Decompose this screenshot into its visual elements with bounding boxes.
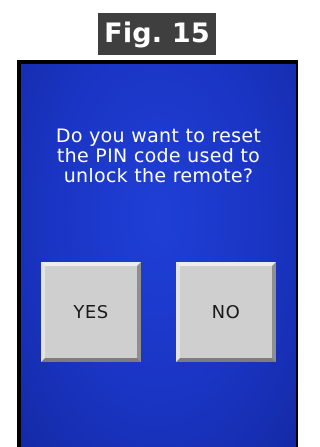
yes-button[interactable]: YES — [41, 262, 141, 362]
no-button-label: NO — [211, 301, 241, 323]
reset-pin-prompt: Do you want to reset the PIN code used t… — [21, 126, 296, 186]
figure-label: Fig. 15 — [98, 13, 216, 55]
prompt-line: unlock the remote? — [63, 165, 254, 187]
yes-button-label: YES — [73, 301, 109, 323]
no-button[interactable]: NO — [176, 262, 276, 362]
prompt-line: Do you want to reset — [55, 125, 262, 147]
device-screen: Do you want to reset the PIN code used t… — [21, 64, 296, 447]
prompt-line: the PIN code used to — [56, 145, 261, 167]
